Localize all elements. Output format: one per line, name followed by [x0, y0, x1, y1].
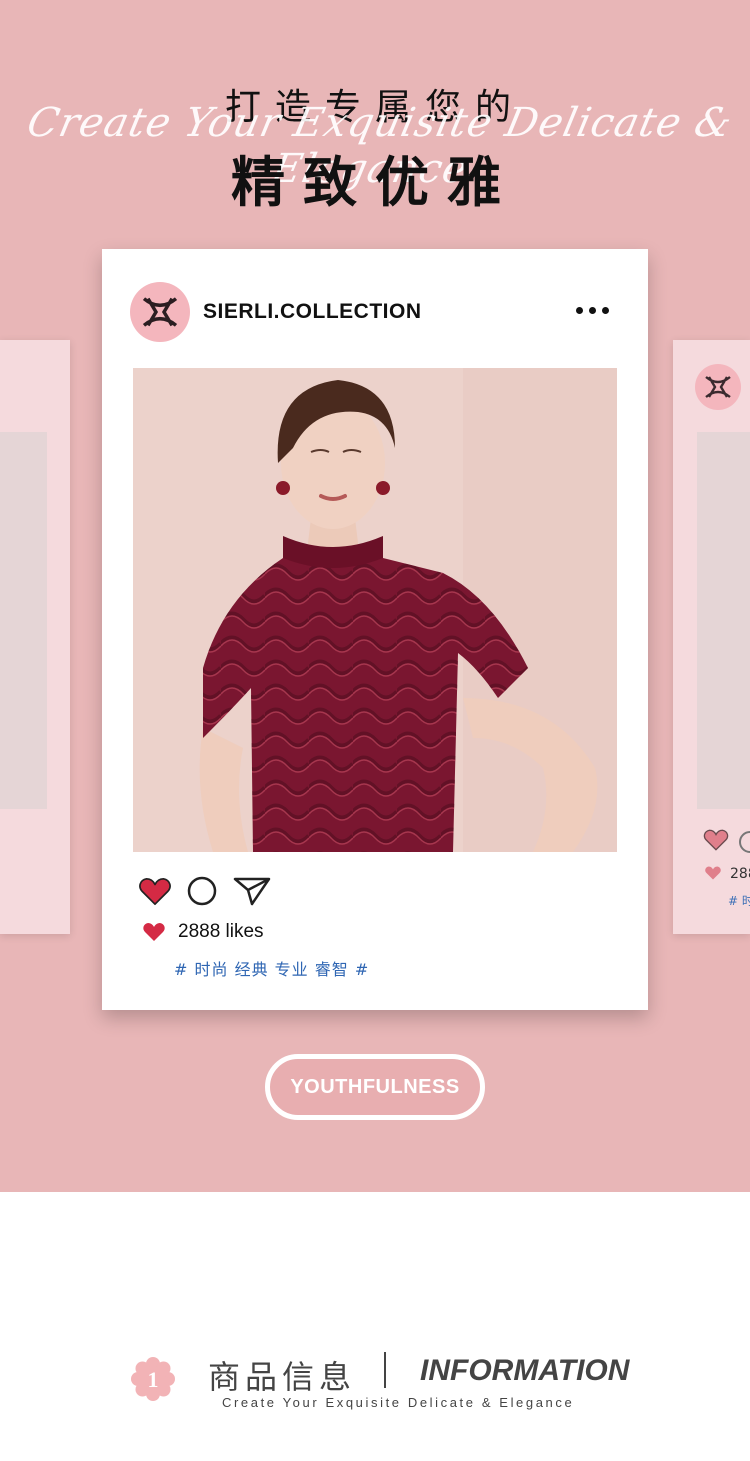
section-divider [384, 1352, 386, 1388]
side-logo-icon [695, 364, 741, 410]
hero-banner: 打造专属您的 Create Your Exquisite Delicate & … [0, 0, 750, 1192]
post-photo[interactable] [133, 368, 617, 852]
youthfulness-button[interactable]: YOUTHFULNESS [265, 1054, 485, 1120]
section-title-en: INFORMATION [420, 1354, 630, 1387]
side-small-heart-icon [705, 866, 721, 880]
section-subtitle: Create Your Exquisite Delicate & Eleganc… [222, 1395, 575, 1410]
likes-count[interactable]: 2888 likes [178, 921, 264, 943]
account-handle[interactable]: SIERLI.COLLECTION [203, 300, 422, 324]
product-info-section-header: 1 商品信息 INFORMATION Create Your Exquisite… [0, 1330, 750, 1440]
brand-logo-icon[interactable] [130, 282, 190, 342]
section-number: 1 [148, 1367, 159, 1392]
instagram-post-card: SIERLI.COLLECTION 2888 likes # 时尚 经典 专业 … [102, 249, 648, 1010]
side-post-image-right [697, 432, 750, 809]
side-post-image-left [0, 432, 47, 809]
more-options-icon[interactable] [576, 307, 609, 314]
side-post-card-left[interactable] [0, 340, 70, 934]
share-icon[interactable] [232, 875, 272, 907]
side-hashtags: # 时 [728, 894, 750, 908]
post-hashtags[interactable]: # 时尚 经典 专业 睿智 # [174, 956, 369, 980]
model-illustration [133, 368, 617, 852]
side-comment-icon [739, 831, 750, 853]
section-title-cn: 商品信息 [208, 1358, 357, 1396]
likes-heart-icon [143, 923, 165, 941]
side-likes-count: 2888 [730, 866, 750, 882]
comment-icon[interactable] [186, 875, 218, 907]
side-heart-icon [703, 829, 729, 851]
side-post-card-right[interactable]: 2888 # 时 [673, 340, 750, 934]
likes-row: 2888 likes [142, 921, 264, 943]
heart-icon[interactable] [138, 876, 172, 907]
hero-title-line2: 精致优雅 [231, 151, 519, 214]
post-actions [138, 875, 272, 907]
flower-badge-icon: 1 [131, 1357, 175, 1401]
